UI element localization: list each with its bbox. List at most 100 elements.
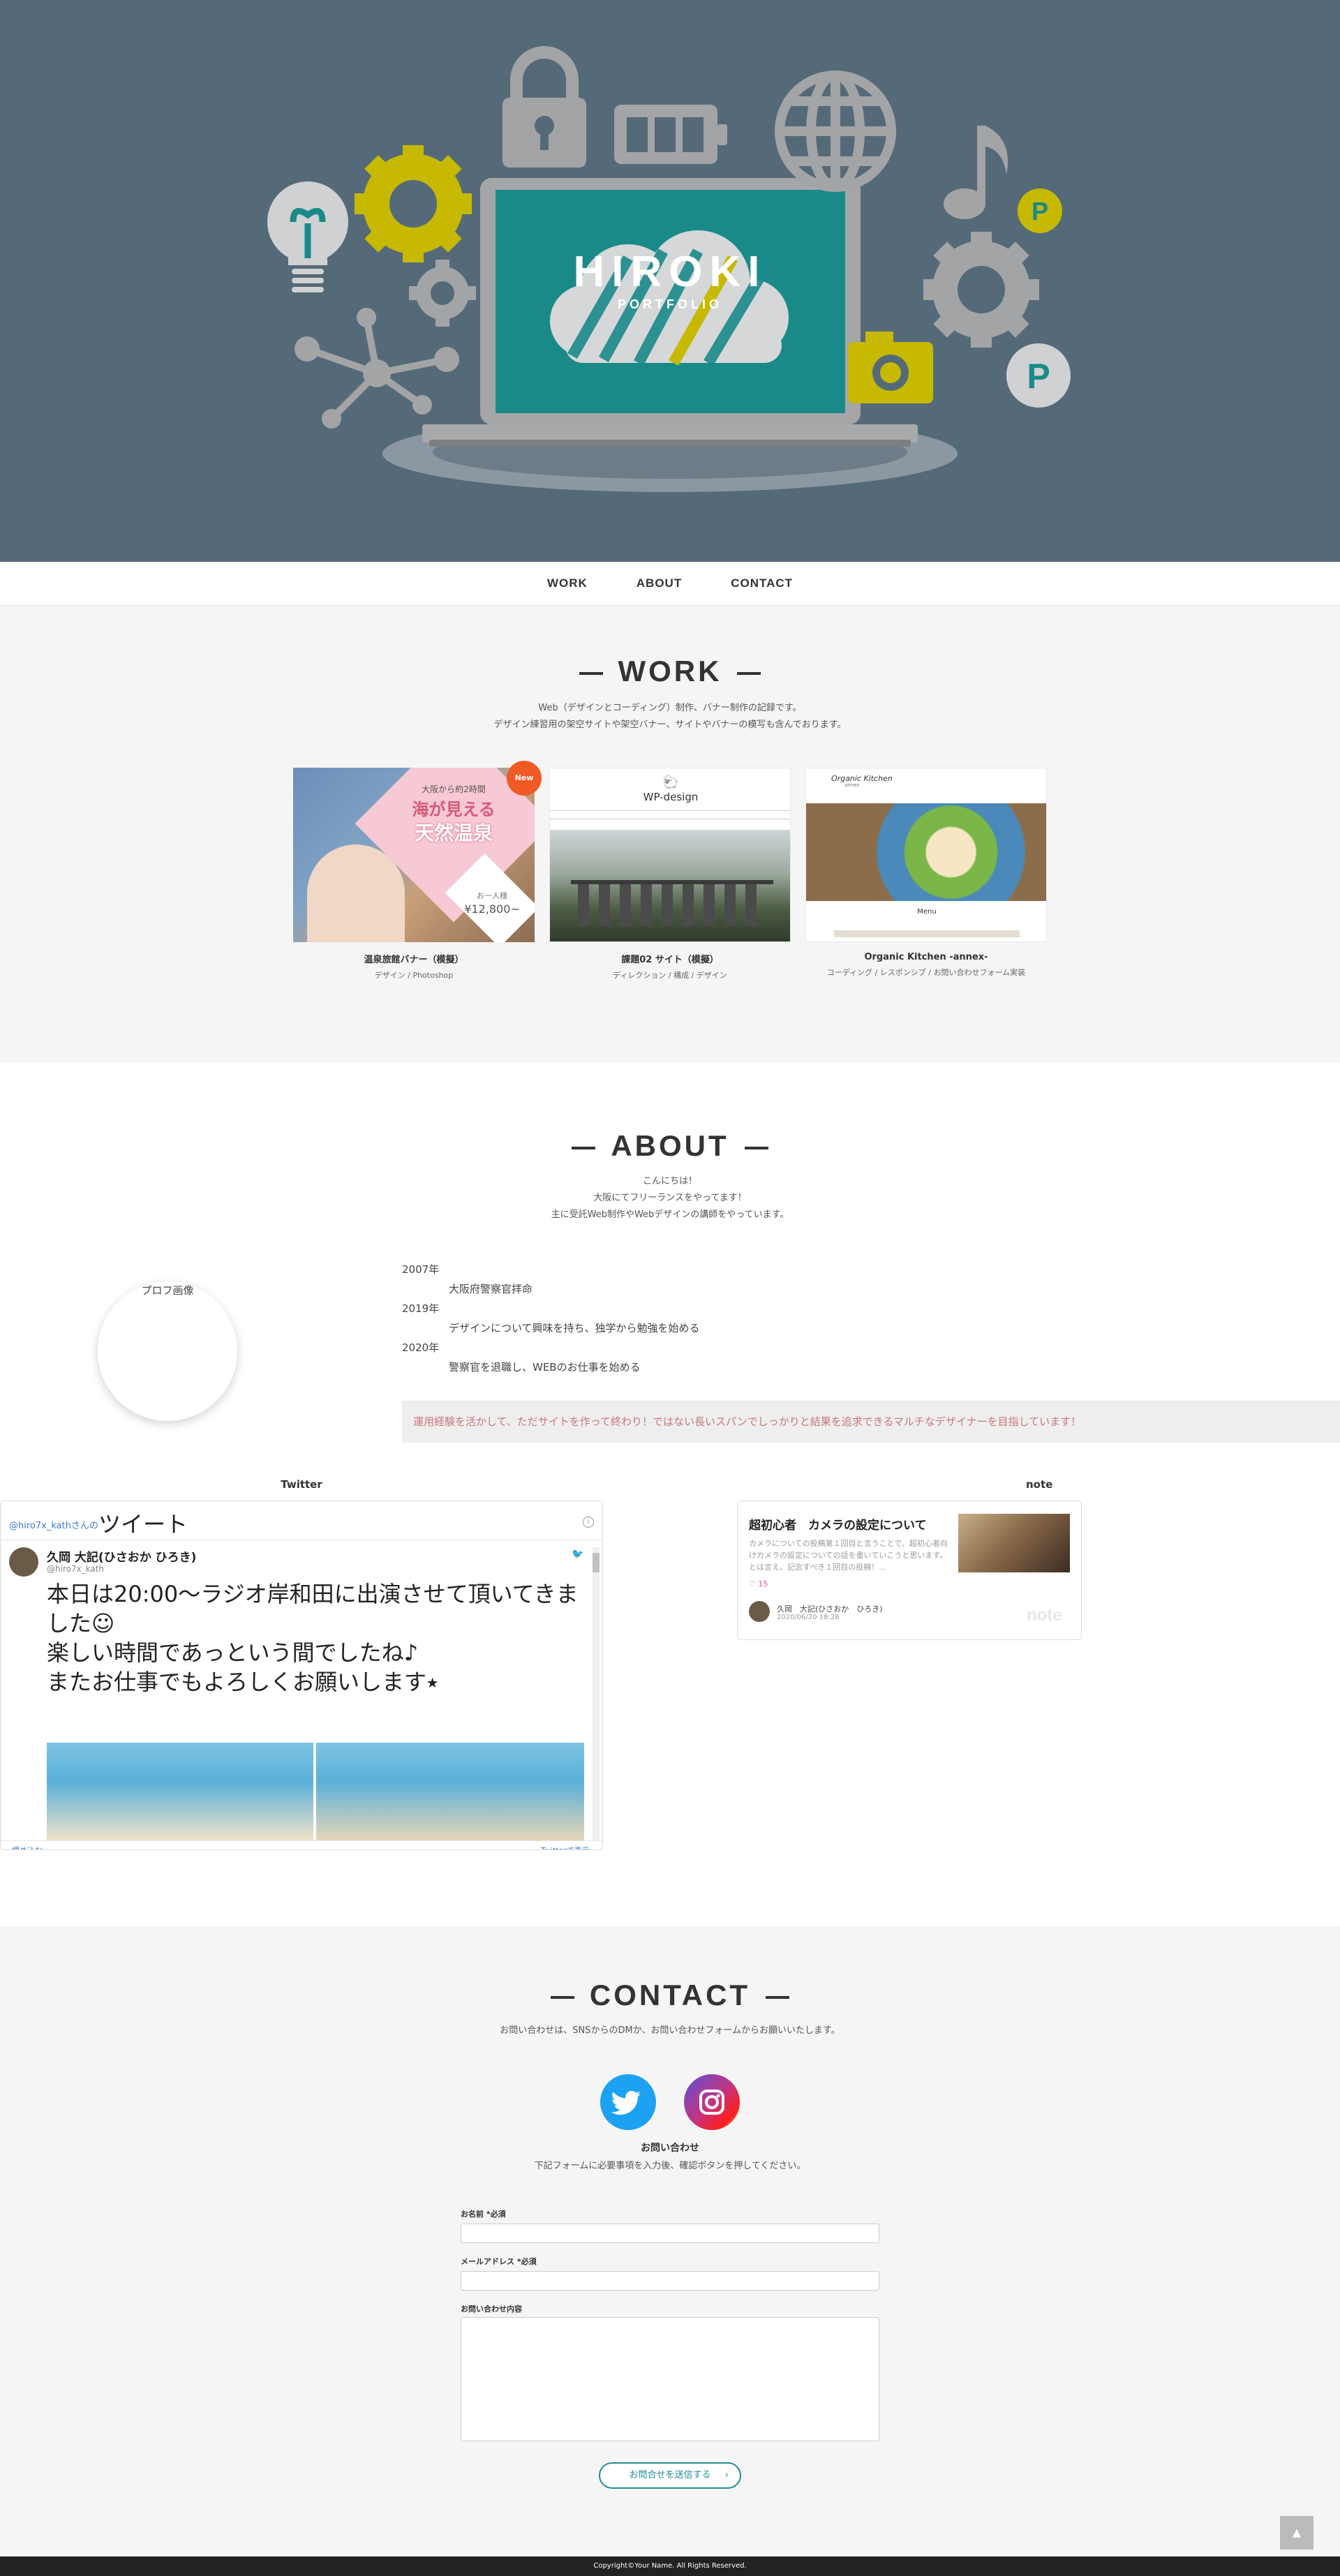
music-note-icon xyxy=(944,126,1008,219)
name-field[interactable] xyxy=(461,2224,879,2243)
globe-icon xyxy=(775,70,896,192)
light-bulb-icon xyxy=(267,181,348,292)
work-section: WORK Web（デザインとコーディング）制作、バナー制作の記録です。 デザイン… xyxy=(0,606,1340,1063)
note-author-avatar xyxy=(749,1601,770,1622)
tweet-photo[interactable] xyxy=(47,1743,313,1840)
timeline-year: 2007年 xyxy=(402,1263,440,1276)
message-label: お問い合わせ内容 xyxy=(461,2305,522,2314)
work-category: ディレクション / 構成 / デザイン xyxy=(613,971,727,980)
hero-logo-sub: PORTFOLIO xyxy=(618,297,722,311)
profile-label: プロフ画像 xyxy=(141,1284,194,1297)
note-label: note xyxy=(1026,1478,1053,1491)
contact-desc: お問い合わせは、SNSからのDMか、お問い合わせフォームからお願いいたします。 xyxy=(500,2025,840,2036)
form-desc: 下記フォームに必要事項を入力後、確認ボタンを押してください。 xyxy=(534,2161,806,2171)
arrow-up-icon: ▲ xyxy=(1292,2526,1302,2539)
info-icon[interactable]: i xyxy=(583,1517,594,1528)
timeline-title: ツイート xyxy=(98,1511,188,1538)
email-label: メールアドレス *必須 xyxy=(461,2257,537,2266)
twitter-bird-icon: 🐦 xyxy=(572,1549,584,1560)
work-category: デザイン / Photoshop xyxy=(374,971,454,980)
note-card[interactable]: 超初心者 カメラの設定について カメラについての投稿第１回目と言うことで、超初心… xyxy=(737,1501,1082,1640)
tweet-handle[interactable]: @hiro7x_kath xyxy=(47,1564,104,1574)
timeline-handle[interactable]: @hiro7x_kathさんの xyxy=(9,1518,98,1531)
timeline-header: @hiro7x_kathさんの ツイート i xyxy=(1,1501,602,1540)
timeline-year: 2019年 xyxy=(402,1302,440,1315)
scrollbar[interactable] xyxy=(593,1547,600,1840)
hero-illustration: HIROKI PORTFOLIO P P xyxy=(267,46,1071,492)
avatar[interactable] xyxy=(9,1547,38,1577)
work-card-wp[interactable]: 🐑 WP-design 課題02 サイト（模擬） ディレクション / 構成 / … xyxy=(549,768,791,981)
battery-icon xyxy=(614,105,727,164)
work-name: 課題02 サイト（模擬） xyxy=(621,955,719,965)
arrow-right-icon: › xyxy=(724,2470,729,2480)
svg-text:P: P xyxy=(1027,357,1050,396)
about-intro-1: こんにちは！ xyxy=(642,1176,697,1186)
twitter-icon xyxy=(611,2090,641,2115)
about-title: ABOUT xyxy=(0,1129,1340,1163)
work-card-organic[interactable]: Organic Kitchen annex Menu Organic Kitch… xyxy=(805,768,1047,978)
work-thumb-organic[interactable]: Organic Kitchen annex Menu xyxy=(805,768,1047,942)
work-category: コーディング / レスポンシブ / お問い合わせフォーム実装 xyxy=(826,968,1026,977)
nav-about[interactable]: ABOUT xyxy=(636,576,682,590)
timeline-text: 警察官を退職し、WEBのお仕事を始める xyxy=(449,1361,641,1373)
about-intro-2: 大阪にてフリーランスをやってます！ xyxy=(593,1193,747,1203)
nav-work[interactable]: WORK xyxy=(547,576,588,590)
new-badge: New xyxy=(507,761,542,796)
work-title: WORK xyxy=(0,655,1340,688)
twitter-link[interactable] xyxy=(600,2074,656,2130)
global-nav: WORK ABOUT CONTACT xyxy=(0,562,1340,606)
note-title[interactable]: 超初心者 カメラの設定について xyxy=(749,1515,927,1533)
contact-title: CONTACT xyxy=(0,1979,1340,2012)
name-label: お名前 *必須 xyxy=(461,2210,506,2219)
note-date: 2020/06/20 18:28 xyxy=(777,1614,840,1621)
lock-icon xyxy=(502,46,586,167)
note-thumbnail[interactable] xyxy=(958,1514,1070,1572)
instagram-icon xyxy=(699,2090,724,2115)
hero-banner: HIROKI PORTFOLIO P P xyxy=(0,0,1340,562)
work-card-onsen[interactable]: 大阪から約2時間 海が見える 天然温泉 お一人様 ¥12,800~ New 温泉… xyxy=(293,761,542,981)
heart-icon: ♡ xyxy=(749,1579,759,1588)
work-thumb-onsen[interactable]: 大阪から約2時間 海が見える 天然温泉 お一人様 ¥12,800~ xyxy=(293,768,535,942)
svg-text:P: P xyxy=(1032,197,1048,225)
twitter-timeline[interactable]: @hiro7x_kathさんの ツイート i 久岡 大記(ひさおか ひろき) @… xyxy=(0,1501,603,1850)
copyright: Copyright©Your Name. All Rights Reserved… xyxy=(593,2562,747,2570)
note-likes[interactable]: ♡ 15 xyxy=(749,1579,768,1588)
gear-icon xyxy=(355,145,472,262)
work-name: 温泉旅館バナー（模擬） xyxy=(364,955,464,965)
about-goal-banner: 運用経験を活かして、ただサイトを作って終わり！ではない長いスパンでしっかりと結果… xyxy=(402,1401,1340,1443)
work-desc-2: デザイン練習用の架空サイトや架空バナー、サイトやバナーの模写も含んでおります。 xyxy=(493,720,847,730)
email-field[interactable] xyxy=(461,2271,879,2291)
hero-logo-main: HIROKI xyxy=(574,248,767,296)
work-thumb-wp[interactable]: 🐑 WP-design xyxy=(549,768,791,942)
coin-icon: P xyxy=(1018,188,1062,233)
network-icon xyxy=(295,308,459,429)
profile-image xyxy=(98,1281,237,1421)
note-author: 久岡 大記(ひさおか ひろき) xyxy=(777,1605,883,1614)
work-desc-1: Web（デザインとコーディング）制作、バナー制作の記録です。 xyxy=(538,703,802,713)
wp-logo-icon: 🐑 xyxy=(662,775,679,790)
embed-link[interactable]: 埋め込む xyxy=(12,1845,43,1849)
form-title: お問い合わせ xyxy=(641,2143,699,2154)
instagram-link[interactable] xyxy=(684,2074,740,2130)
camera-icon xyxy=(848,332,933,403)
twitter-label: Twitter xyxy=(281,1478,322,1491)
coin-icon: P xyxy=(1006,343,1071,408)
message-textarea[interactable] xyxy=(461,2317,879,2441)
work-name: Organic Kitchen -annex- xyxy=(864,952,988,962)
tweet-text: 本日は20:00〜ラジオ岸和田に出演させて頂いてきま した☺ 楽しい時間であっと… xyxy=(47,1581,579,1695)
timeline-text: 大阪府警察官拝命 xyxy=(449,1283,533,1295)
note-excerpt: カメラについての投稿第１回目と言うことで、超初心者向けカメラの設定についての話を… xyxy=(749,1539,948,1572)
tweet-photo[interactable] xyxy=(316,1743,584,1840)
nav-contact[interactable]: CONTACT xyxy=(731,576,793,590)
tweet-author[interactable]: 久岡 大記(ひさおか ひろき) xyxy=(47,1547,196,1565)
submit-button[interactable]: お問合せを送信する › xyxy=(599,2462,741,2489)
timeline-year: 2020年 xyxy=(402,1341,440,1354)
back-to-top-button[interactable]: ▲ xyxy=(1280,2516,1313,2549)
gear-icon xyxy=(409,260,476,327)
about-intro-3: 主に受託Web制作やWebデザインの講師をやっています。 xyxy=(551,1209,789,1220)
note-logo: note xyxy=(1027,1606,1062,1625)
gear-icon xyxy=(923,232,1039,348)
view-on-twitter-link[interactable]: Twitterで表示 xyxy=(541,1845,590,1849)
footer: Copyright©Your Name. All Rights Reserved… xyxy=(0,2556,1340,2576)
timeline-text: デザインについて興味を持ち、独学から勉強を始める xyxy=(449,1322,700,1334)
